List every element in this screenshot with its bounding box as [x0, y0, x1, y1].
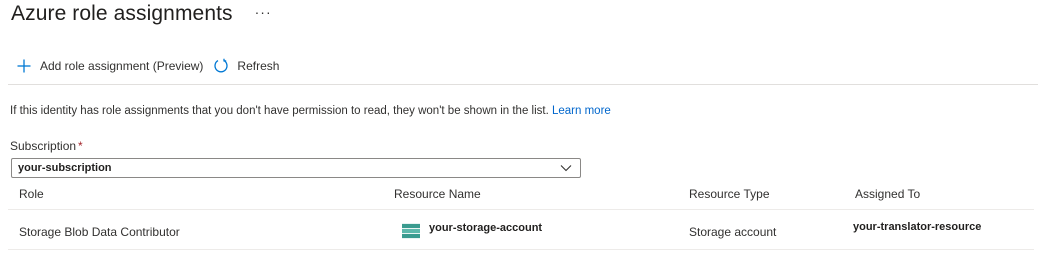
column-header-resource-name[interactable]: Resource Name — [394, 187, 481, 201]
subscription-dropdown[interactable]: your-subscription — [11, 158, 581, 178]
assigned-to: your-translator-resource — [853, 221, 982, 233]
role-assignments-page: Azure role assignments ··· Add role assi… — [0, 0, 1038, 264]
refresh-button[interactable]: Refresh — [213, 58, 279, 74]
title-row: Azure role assignments ··· — [11, 2, 272, 26]
chevron-down-icon — [560, 165, 572, 172]
refresh-icon — [214, 58, 229, 73]
resource-type: Storage account — [689, 225, 777, 239]
header-divider — [8, 209, 1034, 210]
subscription-selected-value: your-subscription — [18, 162, 112, 174]
info-message: If this identity has role assignments th… — [10, 105, 611, 117]
refresh-label: Refresh — [237, 59, 280, 73]
toolbar: Add role assignment (Preview) Refresh — [16, 58, 279, 74]
page-title: Azure role assignments — [11, 2, 233, 25]
plus-icon — [17, 59, 31, 73]
row-divider — [8, 249, 1034, 250]
learn-more-link[interactable]: Learn more — [552, 105, 611, 117]
subscription-label: Subscription * — [10, 139, 83, 153]
required-marker: * — [78, 139, 83, 153]
toolbar-divider — [8, 84, 1038, 85]
subscription-label-text: Subscription — [10, 139, 77, 153]
column-header-assigned-to[interactable]: Assigned To — [855, 187, 920, 201]
more-options-button[interactable]: ··· — [255, 4, 272, 20]
storage-account-icon — [402, 223, 420, 239]
resource-name: your-storage-account — [429, 222, 543, 234]
add-role-assignment-label: Add role assignment (Preview) — [40, 59, 204, 73]
role-link[interactable]: Storage Blob Data Contributor — [19, 225, 180, 239]
column-header-role[interactable]: Role — [19, 187, 44, 201]
info-text: If this identity has role assignments th… — [10, 105, 549, 117]
column-header-resource-type[interactable]: Resource Type — [689, 187, 770, 201]
add-role-assignment-button[interactable]: Add role assignment (Preview) — [16, 58, 203, 74]
